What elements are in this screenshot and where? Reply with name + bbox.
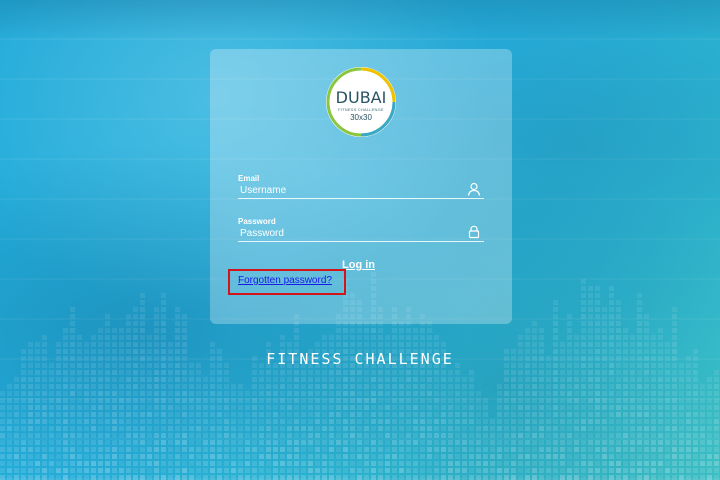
lock-icon [468,225,480,239]
logo-subtitle: FITNESS CHALLENGE [338,107,384,112]
user-icon [467,182,481,196]
login-button[interactable]: Log in [342,259,375,271]
password-input[interactable] [238,225,484,242]
dubai-30x30-logo-icon: DUBAI FITNESS CHALLENGE 30x30 [326,67,396,137]
forgot-password-link[interactable]: Forgotten password? [238,275,332,286]
username-input[interactable] [238,182,484,199]
footer-title: FITNESS CHALLENGE [266,350,454,368]
logo-number: 30x30 [350,113,372,122]
background-overlay [0,0,720,40]
logo-title: DUBAI [335,88,387,107]
